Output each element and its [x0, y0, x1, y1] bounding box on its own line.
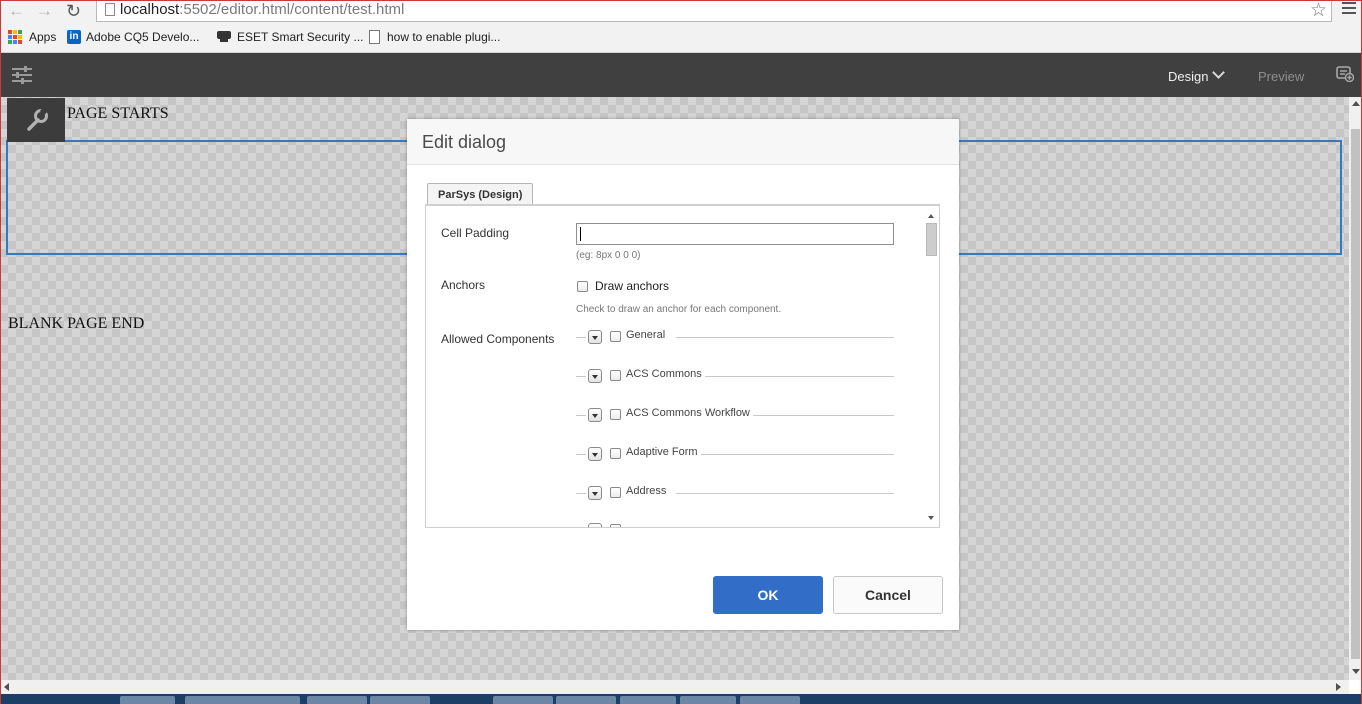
allowed-components-label: Allowed Components: [441, 332, 555, 346]
component-group-checkbox[interactable]: [610, 487, 621, 498]
scrollbar-thumb[interactable]: [1351, 129, 1360, 659]
page-icon: [105, 3, 115, 16]
scroll-up-arrow-icon[interactable]: [1352, 101, 1360, 106]
taskbar-item[interactable]: [307, 696, 367, 704]
page-vertical-scrollbar[interactable]: [1349, 97, 1362, 680]
component-group-name: General: [626, 329, 669, 341]
component-group-row-partial[interactable]: [576, 522, 894, 527]
bookmark-label: ESET Smart Security ...: [237, 30, 364, 44]
reload-icon[interactable]: ↻: [66, 0, 81, 22]
scrollbar-thumb[interactable]: [926, 223, 937, 256]
address-bar[interactable]: localhost:5502/editor.html/content/test.…: [96, 0, 1332, 22]
component-group-name: ACS Commons: [626, 368, 705, 380]
component-group-checkbox[interactable]: [610, 331, 621, 342]
bookmark-label: how to enable plugi...: [387, 30, 501, 44]
draw-anchors-checkbox[interactable]: [577, 281, 588, 292]
taskbar-item[interactable]: [370, 696, 430, 704]
back-arrow-icon[interactable]: ←: [8, 0, 25, 22]
tab-parsys-design[interactable]: ParSys (Design): [427, 183, 534, 206]
browser-toolbar: ← → ↻ localhost:5502/editor.html/content…: [0, 0, 1362, 24]
component-group-checkbox[interactable]: [610, 524, 621, 527]
cell-padding-label: Cell Padding: [441, 226, 510, 240]
expand-toggle-icon[interactable]: [588, 523, 602, 527]
preview-button[interactable]: Preview: [1258, 69, 1304, 84]
bookmark-star-icon[interactable]: ☆: [1310, 0, 1327, 22]
forward-arrow-icon[interactable]: →: [36, 0, 53, 22]
browser-menu-icon[interactable]: [1342, 2, 1356, 17]
scroll-down-arrow-icon[interactable]: [928, 516, 934, 520]
cell-padding-input[interactable]: [576, 223, 894, 245]
scroll-up-arrow-icon[interactable]: [928, 214, 934, 218]
component-group-row[interactable]: General: [576, 329, 894, 345]
component-group-row[interactable]: Address: [576, 485, 894, 501]
component-group-row[interactable]: ACS Commons: [576, 368, 894, 384]
url-text: localhost:5502/editor.html/content/test.…: [120, 1, 405, 18]
document-icon: [369, 30, 380, 44]
taskbar-item[interactable]: [185, 696, 300, 704]
expand-toggle-icon[interactable]: [588, 330, 602, 344]
annotate-icon[interactable]: [1336, 66, 1354, 82]
ok-button[interactable]: OK: [713, 576, 823, 614]
dialog-header[interactable]: Edit dialog: [407, 119, 959, 165]
text-cursor: [580, 227, 581, 241]
eset-icon: [217, 31, 231, 43]
component-group-name: Adaptive Form: [626, 446, 701, 458]
dialog-title: Edit dialog: [422, 132, 507, 152]
side-panel-toggle-icon[interactable]: [12, 65, 32, 85]
anchors-hint: Check to draw an anchor for each compone…: [576, 304, 782, 315]
bookmark-adobe-cq5[interactable]: in Adobe CQ5 Develo...: [67, 30, 199, 44]
taskbar-item[interactable]: [556, 696, 616, 704]
scroll-down-arrow-icon[interactable]: [1352, 669, 1360, 674]
component-group-checkbox[interactable]: [610, 409, 621, 420]
anchors-label: Anchors: [441, 278, 486, 292]
taskbar-item[interactable]: [120, 696, 175, 704]
expand-toggle-icon[interactable]: [588, 408, 602, 422]
chevron-down-icon[interactable]: [1212, 66, 1225, 79]
expand-toggle-icon[interactable]: [588, 369, 602, 383]
bookmark-enable-plugin[interactable]: how to enable plugi...: [369, 30, 500, 44]
component-group-checkbox[interactable]: [610, 370, 621, 381]
taskbar-item[interactable]: [493, 696, 553, 704]
component-group-checkbox[interactable]: [610, 448, 621, 459]
draw-anchors-label[interactable]: Draw anchors: [595, 279, 669, 293]
dialog-form-panel: Cell Padding (eg: 8px 0 0 0) Anchors Dra…: [425, 206, 940, 528]
scroll-right-arrow-icon[interactable]: [1336, 683, 1341, 691]
page-horizontal-scrollbar[interactable]: [0, 680, 1349, 694]
cancel-button[interactable]: Cancel: [833, 576, 943, 614]
bookmark-label: Apps: [29, 30, 57, 44]
taskbar-item[interactable]: [680, 696, 736, 704]
component-group-name: ACS Commons Workflow: [626, 407, 753, 419]
scroll-left-arrow-icon[interactable]: [4, 683, 9, 691]
bookmark-apps[interactable]: Apps: [8, 30, 56, 44]
expand-toggle-icon[interactable]: [588, 447, 602, 461]
bookmarks-bar: Apps in Adobe CQ5 Develo... ESET Smart S…: [0, 24, 1362, 53]
edit-dialog: Edit dialog ParSys (Design) Cell Padding…: [407, 119, 959, 630]
cell-padding-hint: (eg: 8px 0 0 0): [576, 250, 641, 261]
component-group-row[interactable]: Adaptive Form: [576, 446, 894, 462]
bookmark-eset[interactable]: ESET Smart Security ...: [217, 30, 363, 44]
component-group-row[interactable]: ACS Commons Workflow: [576, 407, 894, 423]
linkedin-icon: in: [67, 30, 81, 44]
editor-toolbar: Design Preview: [0, 53, 1362, 97]
os-taskbar: [0, 694, 1362, 704]
design-mode-button[interactable]: Design: [1168, 69, 1208, 84]
component-group-name: Address: [626, 485, 670, 497]
taskbar-item[interactable]: [740, 696, 800, 704]
panel-scrollbar[interactable]: [923, 206, 939, 527]
bookmark-label: Adobe CQ5 Develo...: [86, 30, 200, 44]
apps-grid-icon: [8, 30, 22, 44]
taskbar-item[interactable]: [620, 696, 676, 704]
expand-toggle-icon[interactable]: [588, 486, 602, 500]
